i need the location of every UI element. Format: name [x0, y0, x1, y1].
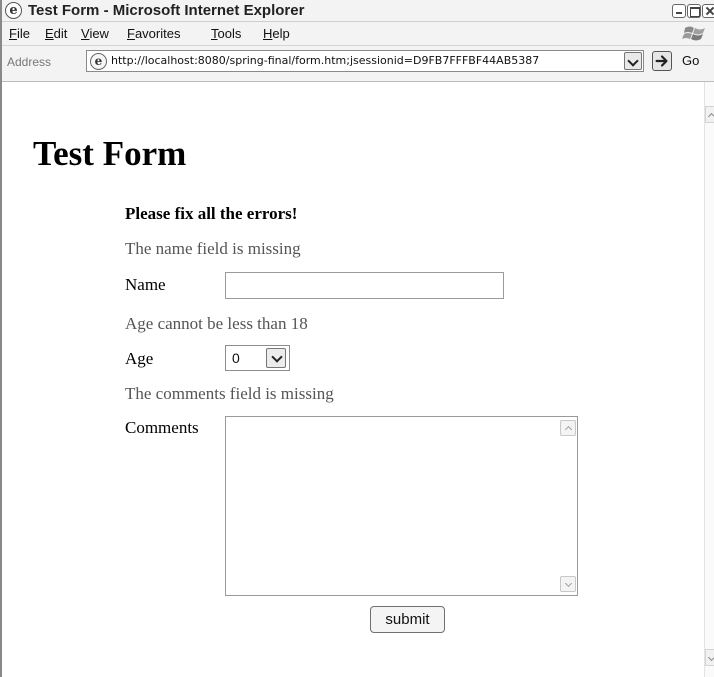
- windows-logo-icon: [682, 26, 705, 41]
- window-title: Test Form - Microsoft Internet Explorer: [28, 2, 305, 19]
- age-dropdown-chevron-icon[interactable]: [266, 348, 286, 368]
- page-scroll-down-icon[interactable]: [705, 649, 714, 666]
- age-label: Age: [125, 349, 154, 368]
- name-error-message: The name field is missing: [125, 239, 301, 258]
- comments-textarea[interactable]: [225, 416, 578, 596]
- page-content: Test Form Please fix all the errors! The…: [2, 82, 704, 677]
- name-label: Name: [125, 275, 166, 294]
- comments-error-message: The comments field is missing: [125, 384, 334, 403]
- close-button[interactable]: [702, 4, 714, 18]
- comments-label: Comments: [125, 418, 199, 437]
- go-arrow-icon: [652, 51, 672, 71]
- maximize-button[interactable]: [687, 4, 701, 18]
- age-error-message: Age cannot be less than 18: [125, 314, 308, 333]
- address-label: Address: [7, 55, 52, 69]
- page-scroll-up-icon[interactable]: [705, 106, 714, 123]
- comments-scroll-up-icon[interactable]: [560, 420, 576, 436]
- menu-edit[interactable]: Edit: [45, 26, 67, 41]
- address-input[interactable]: e http://localhost:8080/spring-final/for…: [86, 50, 644, 72]
- menu-bar: File Edit View Favorites Tools Help: [2, 22, 714, 46]
- go-label: Go: [682, 53, 700, 68]
- title-bar: e Test Form - Microsoft Internet Explore…: [2, 0, 714, 22]
- name-input[interactable]: [225, 272, 504, 299]
- address-bar: Address e http://localhost:8080/spring-f…: [2, 46, 714, 82]
- menu-view[interactable]: View: [81, 26, 109, 41]
- age-select[interactable]: 0: [225, 345, 290, 371]
- submit-button[interactable]: submit: [370, 606, 445, 633]
- page-title: Test Form: [33, 134, 187, 173]
- go-button[interactable]: Go: [652, 50, 712, 72]
- address-url: http://localhost:8080/spring-final/form.…: [111, 54, 540, 67]
- ie-app-icon: e: [5, 2, 22, 19]
- comments-scrollbar[interactable]: [558, 417, 577, 595]
- error-summary: Please fix all the errors!: [125, 204, 298, 223]
- page-scrollbar[interactable]: [704, 82, 714, 677]
- comments-scroll-down-icon[interactable]: [560, 576, 576, 592]
- address-dropdown-button[interactable]: [624, 52, 642, 70]
- minimize-button[interactable]: [672, 4, 686, 18]
- menu-favorites[interactable]: Favorites: [127, 26, 180, 41]
- menu-file[interactable]: File: [9, 26, 30, 41]
- browser-window: e Test Form - Microsoft Internet Explore…: [0, 0, 714, 677]
- page-icon: e: [90, 53, 107, 70]
- age-selected-value: 0: [232, 350, 240, 366]
- menu-tools[interactable]: Tools: [211, 26, 241, 41]
- menu-help[interactable]: Help: [263, 26, 290, 41]
